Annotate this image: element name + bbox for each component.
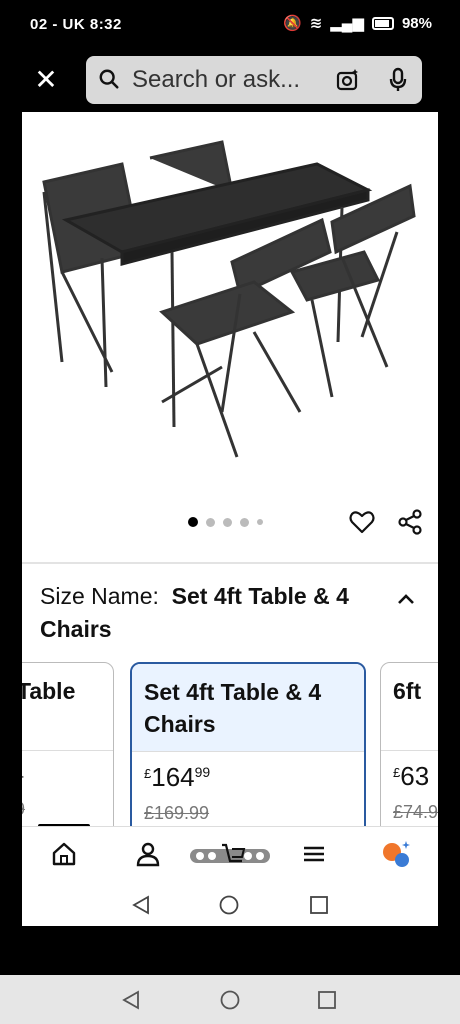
mute-icon: 🔕: [283, 15, 302, 32]
pager-dot[interactable]: [240, 517, 249, 527]
battery-percent: 98%: [401, 14, 432, 32]
home-icon[interactable]: [50, 839, 78, 869]
option-price: 4: [22, 767, 101, 785]
image-pager[interactable]: [188, 517, 263, 527]
size-label: Size Name:: [40, 583, 159, 609]
heart-icon[interactable]: [348, 508, 376, 536]
back-icon[interactable]: [130, 894, 152, 916]
account-icon[interactable]: [134, 839, 162, 869]
divider: [22, 562, 438, 564]
home-circle-icon[interactable]: [218, 894, 240, 916]
status-icons: 🔕 ≋ ▂▄▆ 98%: [283, 14, 432, 33]
mic-icon[interactable]: [388, 67, 408, 93]
search-icon: [99, 69, 119, 89]
pager-dot[interactable]: [257, 519, 263, 525]
system-nav-outer: [0, 975, 460, 1024]
product-image[interactable]: [22, 112, 438, 512]
status-bar: 02 - UK 8:32 🔕 ≋ ▂▄▆ 98%: [0, 0, 460, 50]
pager-dot[interactable]: [206, 517, 215, 527]
option-old-price: £74.9: [393, 802, 438, 822]
recents-icon[interactable]: [316, 989, 338, 1011]
search-input[interactable]: [132, 65, 332, 95]
camera-icon[interactable]: [336, 68, 360, 92]
pager-dot[interactable]: [188, 517, 198, 527]
share-icon[interactable]: [396, 508, 424, 536]
size-option-card-selected[interactable]: Set 4ft Table & 4 Chairs £16499 £169.99: [130, 662, 366, 826]
chevron-up-icon[interactable]: [396, 592, 416, 606]
app-header: ✕: [22, 50, 438, 112]
search-bar[interactable]: [86, 56, 422, 104]
system-nav-inner: [22, 882, 438, 926]
size-option-card[interactable]: 6ft £63 £74.9: [380, 662, 438, 826]
size-option-card[interactable]: Table 4 9: [22, 662, 114, 826]
menu-icon[interactable]: [300, 839, 328, 869]
option-price: £63: [393, 761, 438, 792]
product-content: Size Name: Set 4ft Table & 4 Chairs Tabl…: [22, 112, 438, 826]
wifi-icon: ≋: [309, 15, 323, 32]
option-old-price: £169.99: [144, 803, 210, 823]
price-whole: 63: [400, 761, 430, 791]
recents-icon[interactable]: [308, 894, 330, 916]
size-selector-header[interactable]: Size Name: Set 4ft Table & 4 Chairs: [40, 580, 380, 646]
signal-icon: ▂▄▆: [330, 15, 364, 32]
close-icon[interactable]: ✕: [32, 64, 60, 96]
status-time: 02 - UK 8:32: [30, 16, 122, 33]
currency-symbol: £: [393, 765, 401, 780]
battery-icon: [371, 16, 394, 30]
option-price: £16499: [144, 762, 352, 793]
currency-symbol: £: [144, 766, 152, 781]
cart-icon[interactable]: [188, 839, 272, 869]
assistant-icon[interactable]: [380, 839, 412, 869]
price-fraction: 99: [194, 764, 211, 780]
option-old-price: 9: [22, 799, 101, 820]
price-whole: 164: [151, 762, 195, 792]
option-name: Set 4ft Table & 4 Chairs: [132, 664, 364, 752]
home-circle-icon[interactable]: [219, 989, 241, 1011]
option-name: 6ft: [381, 663, 438, 751]
pager-dot[interactable]: [223, 517, 232, 527]
bottom-nav: [22, 826, 438, 883]
back-icon[interactable]: [120, 989, 142, 1011]
option-name: Table: [22, 663, 113, 751]
